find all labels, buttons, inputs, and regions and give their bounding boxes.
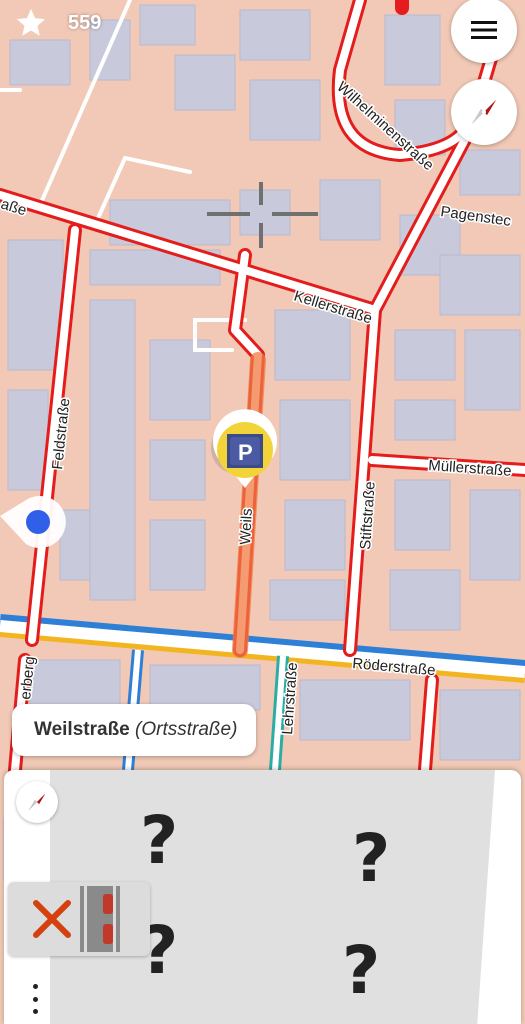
svg-text:P: P xyxy=(238,440,253,465)
compass-icon xyxy=(28,793,46,811)
star-icon xyxy=(16,8,46,36)
question-mark: ? xyxy=(342,932,381,1009)
question-mark: ? xyxy=(140,802,179,879)
star-count: 559 xyxy=(68,11,102,34)
question-mark: ? xyxy=(352,820,391,897)
close-icon xyxy=(33,900,71,938)
menu-button[interactable] xyxy=(451,0,517,63)
more-options-button[interactable] xyxy=(26,984,44,1014)
panel-compass-button[interactable] xyxy=(16,781,58,823)
street-type: (Ortsstraße) xyxy=(135,719,238,740)
street-name-chip: Weilstraße (Ortsstraße) xyxy=(12,704,256,756)
more-vertical-icon xyxy=(32,984,38,989)
undo-answer-card[interactable] xyxy=(8,882,150,956)
street-name: Weilstraße xyxy=(34,719,130,740)
menu-icon xyxy=(471,21,497,39)
star-counter[interactable]: 559 xyxy=(14,6,101,40)
street-label-weils: Weils xyxy=(237,508,256,545)
compass-button[interactable] xyxy=(451,79,517,145)
car-parking-icon xyxy=(80,886,120,952)
compass-icon xyxy=(472,100,496,124)
